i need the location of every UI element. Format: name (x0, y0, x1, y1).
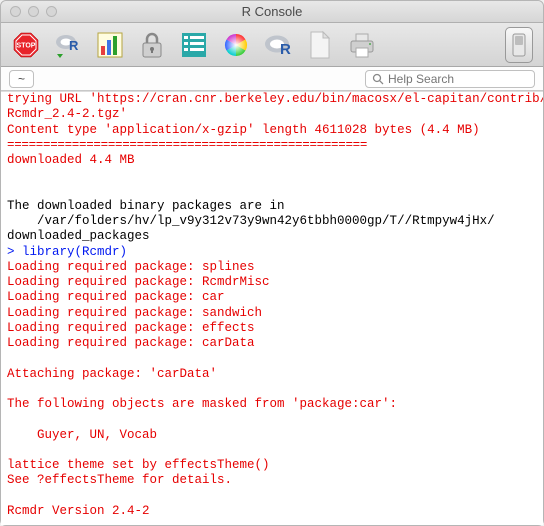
console-line: downloaded 4.4 MB (7, 153, 135, 167)
working-directory-pill[interactable]: ~ (9, 70, 34, 88)
console-prompt-line: > library(Rcmdr) (7, 245, 127, 259)
new-document-button[interactable] (305, 30, 335, 60)
color-wheel-icon (222, 31, 250, 59)
console-line: Loading required package: carData (7, 336, 255, 350)
console-line: ========================================… (7, 138, 367, 152)
console-line: Loading required package: effects (7, 321, 255, 335)
console-line: Guyer, UN, Vocab (7, 428, 157, 442)
console-line: trying URL 'https://cran.cnr.berkeley.ed… (7, 92, 543, 106)
printer-icon (347, 31, 377, 59)
zoom-window-button[interactable] (46, 6, 57, 17)
console-line: Rcmdr_2.4-2.tgz' (7, 107, 127, 121)
console-line: downloaded_packages (7, 229, 150, 243)
console-line: The following objects are masked from 'p… (7, 397, 397, 411)
console-line: Attaching package: 'carData' (7, 367, 217, 381)
console-line: The downloaded binary packages are in (7, 199, 285, 213)
console-line: lattice theme set by effectsTheme() (7, 458, 270, 472)
svg-text:STOP: STOP (17, 42, 36, 49)
console-line: Loading required package: splines (7, 260, 255, 274)
colors-button[interactable] (221, 30, 251, 60)
list-view-button[interactable] (179, 30, 209, 60)
r-run-icon: R (53, 30, 83, 60)
chart-button[interactable] (95, 30, 125, 60)
console-output[interactable]: trying URL 'https://cran.cnr.berkeley.ed… (1, 91, 543, 525)
window-title: R Console (1, 4, 543, 19)
document-icon (308, 30, 332, 60)
lock-icon (139, 31, 165, 59)
svg-text:R: R (69, 38, 79, 53)
r-console-window: R Console STOP R (0, 0, 544, 526)
close-window-button[interactable] (10, 6, 21, 17)
console-line: Loading required package: car (7, 290, 225, 304)
stop-icon: STOP (11, 30, 41, 60)
console-line: Rcmdr Version 2.4-2 (7, 504, 150, 518)
bar-chart-icon (96, 31, 124, 59)
r-app-button[interactable]: R (263, 30, 293, 60)
list-icon (180, 31, 208, 59)
window-controls (1, 6, 57, 17)
minimize-window-button[interactable] (28, 6, 39, 17)
toggle-button[interactable] (505, 27, 533, 63)
toolbar: STOP R (1, 23, 543, 67)
svg-text:R: R (280, 41, 291, 58)
console-line: Loading required package: RcmdrMisc (7, 275, 270, 289)
console-line: See ?effectsTheme for details. (7, 473, 232, 487)
lock-button[interactable] (137, 30, 167, 60)
r-logo-icon: R (263, 31, 293, 59)
console-line: Loading required package: sandwich (7, 306, 262, 320)
console-line: /var/folders/hv/lp_v9y312v73y9wn42y6tbbh… (7, 214, 495, 228)
help-search-input[interactable] (388, 72, 528, 86)
path-search-bar: ~ (1, 67, 543, 91)
print-button[interactable] (347, 30, 377, 60)
console-line: Content type 'application/x-gzip' length… (7, 123, 480, 137)
search-icon (372, 73, 384, 85)
help-search-box[interactable] (365, 70, 535, 88)
stop-button[interactable]: STOP (11, 30, 41, 60)
titlebar: R Console (1, 1, 543, 23)
switch-icon (512, 33, 526, 57)
source-button[interactable]: R (53, 30, 83, 60)
